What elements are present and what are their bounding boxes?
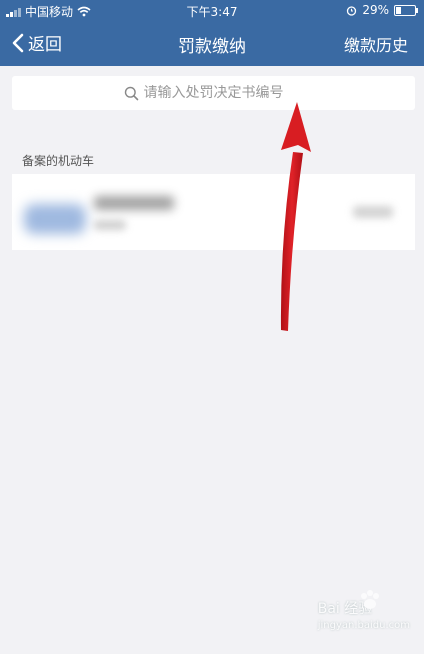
battery-icon (394, 4, 418, 16)
section-label: 备案的机动车 (22, 154, 95, 168)
back-label: 返回 (28, 35, 62, 55)
back-button[interactable]: 返回 (12, 30, 62, 55)
paw-icon (360, 590, 379, 609)
alarm-icon (347, 5, 357, 16)
payment-history-button[interactable]: 缴款历史 (344, 32, 408, 56)
search-icon (124, 86, 138, 100)
vehicle-card[interactable] (12, 174, 415, 250)
status-bar: 中国移动 下午3:47 29% (0, 0, 424, 20)
vehicle-plate-blurred (94, 196, 174, 210)
watermark: Bai 经验 jingyan.baidu.com (317, 590, 410, 631)
status-right: 29% (346, 3, 418, 17)
battery-fill (396, 6, 401, 14)
vehicle-info-blurred (94, 220, 126, 230)
chevron-left-icon (12, 33, 24, 52)
battery-percent: 29% (362, 3, 389, 17)
app-header: 中国移动 下午3:47 29% 返回 罚款缴纳 缴款历史 (0, 0, 424, 66)
vehicle-logo-blurred (24, 204, 86, 234)
search-bar[interactable] (12, 76, 415, 110)
vehicle-status-blurred (353, 206, 393, 218)
nav-bar: 返回 罚款缴纳 缴款历史 (0, 20, 424, 66)
search-input[interactable] (143, 85, 304, 101)
watermark-sub: jingyan.baidu.com (317, 620, 410, 631)
